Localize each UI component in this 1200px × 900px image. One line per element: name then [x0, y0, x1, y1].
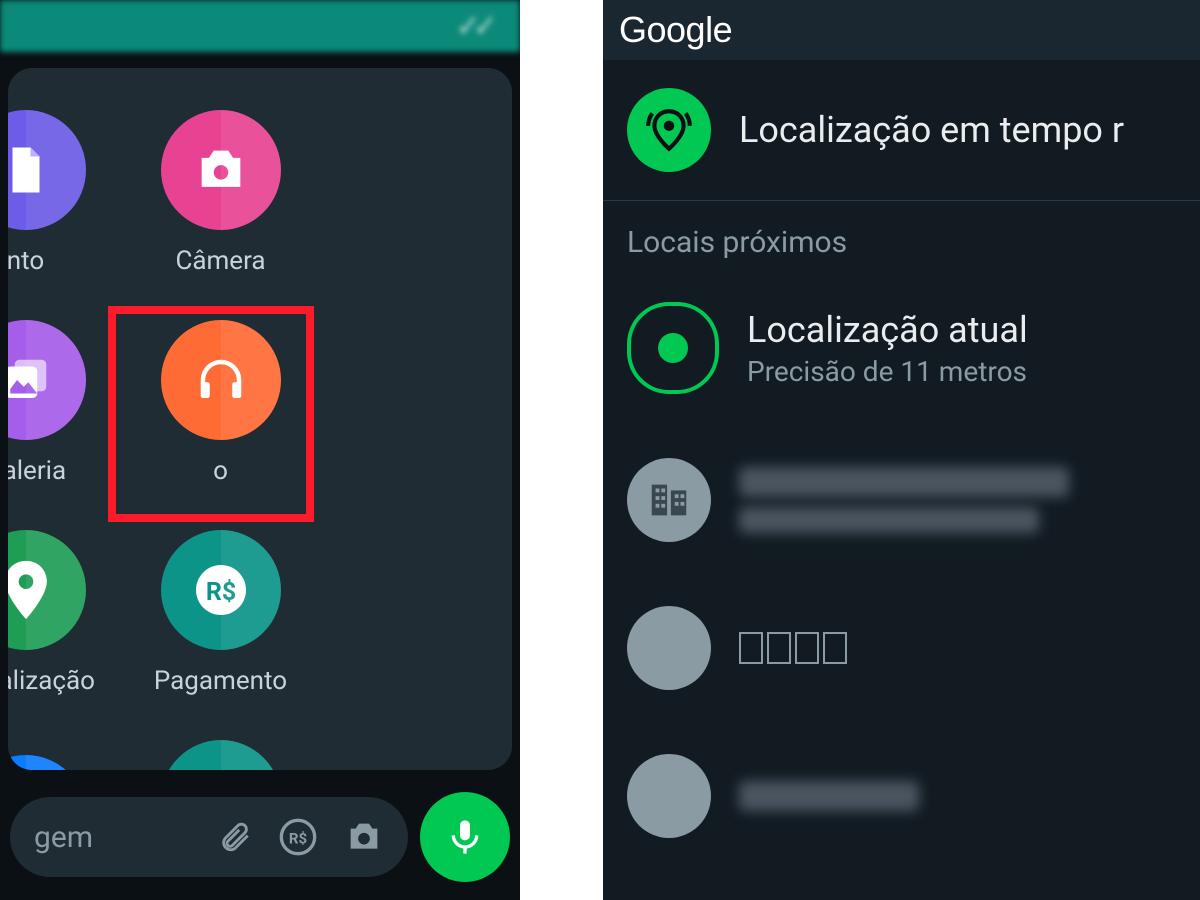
live-location-icon: [627, 88, 711, 172]
google-logo: Google: [619, 9, 732, 51]
nearby-place[interactable]: [603, 574, 1200, 722]
input-placeholder: gem: [34, 820, 93, 855]
map-header: Google: [603, 0, 1200, 60]
attach-label: nto: [8, 246, 44, 276]
attach-payment[interactable]: R$ Pagamento: [123, 508, 318, 718]
attach-document[interactable]: nto: [8, 88, 123, 298]
camera-input-icon[interactable]: [344, 817, 384, 857]
current-location-title: Localização atual: [747, 309, 1028, 351]
attach-label: Pagamento: [154, 666, 287, 696]
nearby-header: Locais próximos: [603, 201, 1200, 270]
current-location-icon: [627, 302, 719, 394]
attach-contact[interactable]: [8, 718, 123, 770]
message-input-bar: gem R$: [10, 792, 510, 882]
attachment-sheet: nto Câmera Galeria: [8, 68, 512, 770]
attach-label: o: [213, 456, 228, 486]
attachment-sheet-screenshot: ✓✓ nto Câmera: [0, 0, 520, 900]
place-text-blurred: [739, 781, 919, 811]
place-icon: [627, 606, 711, 690]
current-location-accuracy: Precisão de 11 metros: [747, 355, 1028, 388]
attach-poll[interactable]: Enquete: [123, 718, 318, 770]
place-name-tofu: [739, 632, 847, 664]
place-text-blurred: [739, 467, 1069, 533]
nearby-place[interactable]: [603, 426, 1200, 574]
live-location-label: Localização em tempo r: [739, 109, 1124, 151]
message-input[interactable]: gem R$: [10, 797, 408, 877]
location-picker-screenshot: Google Localização em tempo r Locais pró…: [603, 0, 1200, 900]
share-live-location[interactable]: Localização em tempo r: [603, 60, 1200, 201]
read-ticks-icon: ✓✓: [456, 9, 490, 44]
attach-label: Localização: [8, 666, 95, 696]
attach-icon[interactable]: [218, 818, 252, 856]
voice-record-button[interactable]: [420, 792, 510, 882]
send-current-location[interactable]: Localização atual Precisão de 11 metros: [603, 270, 1200, 426]
payment-input-icon[interactable]: R$: [278, 817, 318, 857]
attach-audio[interactable]: o: [123, 298, 318, 508]
attach-camera[interactable]: Câmera: [123, 88, 318, 298]
attach-location[interactable]: Localização: [8, 508, 123, 718]
nearby-place[interactable]: [603, 722, 1200, 870]
attach-label: Galeria: [8, 456, 66, 486]
attach-label: Câmera: [175, 246, 265, 276]
svg-text:R$: R$: [289, 830, 307, 848]
building-icon: [627, 458, 711, 542]
microphone-icon: [445, 815, 485, 859]
attach-gallery[interactable]: Galeria: [8, 298, 123, 508]
chat-header: ✓✓: [0, 0, 520, 52]
place-icon: [627, 754, 711, 838]
